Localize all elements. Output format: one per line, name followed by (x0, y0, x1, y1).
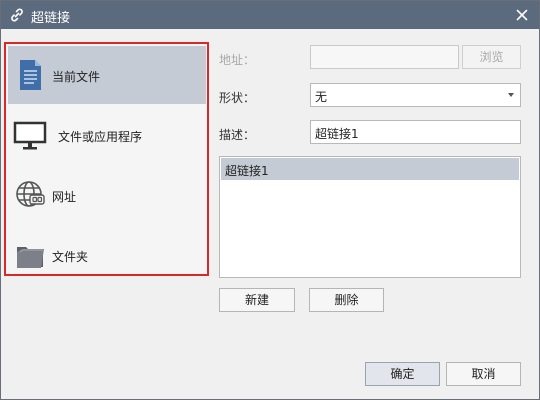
title-bar: 超链接 (1, 1, 539, 29)
folder-icon (17, 247, 44, 268)
nav-item-current-file[interactable]: 当前文件 (8, 46, 206, 104)
new-button[interactable]: 新建 (219, 288, 295, 312)
globe-link-icon (16, 181, 45, 207)
address-label: 地址： (219, 53, 256, 67)
dialog-title: 超链接 (31, 11, 71, 26)
delete-button[interactable]: 删除 (309, 288, 384, 312)
link-icon (11, 8, 23, 22)
description-label: 描述： (219, 128, 256, 142)
list-item[interactable]: 超链接1 (221, 158, 519, 180)
hyperlink-list[interactable]: 超链接1 (219, 156, 521, 278)
chevron-down-icon (508, 93, 514, 97)
browse-button[interactable]: 浏览 (462, 45, 521, 69)
nav-item-url[interactable]: 网址 (8, 166, 206, 224)
nav-label: 网址 (52, 190, 77, 204)
nav-label: 文件或应用程序 (58, 130, 143, 144)
link-type-nav: 当前文件 文件或应用程序 网址 文件夹 (4, 42, 209, 276)
shape-select[interactable]: 无 (310, 83, 521, 107)
ok-button[interactable]: 确定 (365, 362, 440, 386)
cancel-button[interactable]: 取消 (446, 362, 521, 386)
nav-item-folder[interactable]: 文件夹 (8, 226, 206, 284)
address-input[interactable] (310, 45, 459, 69)
close-icon[interactable] (513, 6, 531, 24)
shape-select-value: 无 (315, 90, 328, 104)
monitor-icon (13, 121, 47, 150)
document-icon (20, 60, 41, 90)
hyperlink-dialog: 超链接 当前文件 文件或应用程序 网址 文件夹 地址： 浏览 形状： 无 描述：… (0, 0, 540, 400)
nav-label: 当前文件 (52, 70, 101, 84)
description-input[interactable]: 超链接1 (310, 120, 521, 144)
nav-label: 文件夹 (52, 250, 89, 264)
shape-label: 形状： (219, 91, 256, 105)
nav-item-file-or-app[interactable]: 文件或应用程序 (8, 106, 206, 164)
